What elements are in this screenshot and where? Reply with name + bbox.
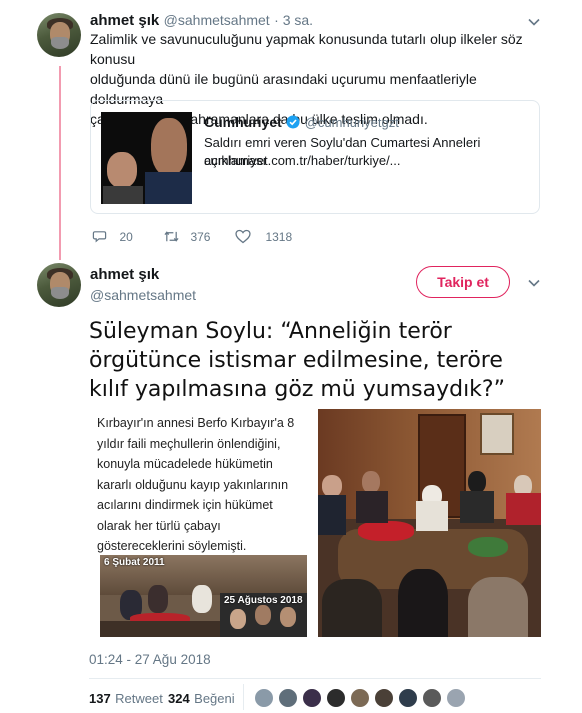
chevron-down-icon[interactable] bbox=[528, 16, 540, 28]
avatar[interactable] bbox=[374, 688, 394, 708]
retweet-button[interactable]: 376 bbox=[163, 228, 210, 246]
photo-date-label: 25 Ağustos 2018 bbox=[224, 595, 303, 606]
reply-icon bbox=[92, 231, 107, 243]
tweet-text-line: Zalimlik ve savunuculuğunu yapmak konusu… bbox=[90, 31, 523, 67]
photo-date-label: 6 Şubat 2011 bbox=[104, 557, 165, 568]
reply-button[interactable]: 20 bbox=[92, 228, 133, 246]
avatar[interactable] bbox=[326, 688, 346, 708]
article-line: Kırbayır'ın annesi Berfo Kırbayır'a 8 bbox=[97, 416, 295, 430]
meeting-photo-small: 6 Şubat 2011 25 Ağustos 2018 bbox=[100, 555, 307, 637]
meeting-photo-large bbox=[318, 409, 541, 637]
avatar[interactable] bbox=[398, 688, 418, 708]
avatar[interactable] bbox=[350, 688, 370, 708]
card-url: cumhuriyet.com.tr/haber/turkiye/... bbox=[204, 153, 401, 168]
avatar[interactable] bbox=[446, 688, 466, 708]
card-source-handle: @cumhuriyetgzt bbox=[304, 115, 399, 130]
like-stat[interactable]: 324 Beğeni bbox=[168, 690, 235, 708]
retweet-stat-count: 137 bbox=[89, 691, 111, 706]
tweet-time[interactable]: · 3 sa. bbox=[274, 12, 313, 28]
card-source-name: Cumhuriyet bbox=[204, 114, 282, 130]
avatar[interactable] bbox=[422, 688, 442, 708]
retweet-icon bbox=[164, 231, 179, 242]
like-button[interactable]: 1318 bbox=[235, 228, 292, 246]
tweet-timestamp[interactable]: 01:24 - 27 Ağu 2018 bbox=[89, 652, 211, 667]
card-image bbox=[101, 112, 192, 204]
avatar[interactable] bbox=[254, 688, 274, 708]
avatar[interactable] bbox=[37, 263, 81, 307]
article-line: yıldır faili meçhullerin önlendiğini, bbox=[97, 436, 281, 451]
article-line: acılarını dindirmek için hükümet bbox=[97, 498, 273, 512]
article-line: konuyla mücadelede hükümetin bbox=[97, 457, 273, 471]
avatar[interactable] bbox=[37, 13, 81, 57]
article-line: göstereceklerini söylemişti. bbox=[97, 539, 247, 553]
article-line: kararlı olduğunu kayıp yakınlarının bbox=[97, 477, 289, 492]
retweet-stat-label: Retweet bbox=[115, 691, 163, 706]
divider bbox=[89, 678, 541, 679]
retweet-stat[interactable]: 137 Retweet bbox=[89, 690, 163, 708]
tweet-header: ahmet şık @sahmetsahmet · 3 sa. bbox=[90, 12, 313, 30]
like-count: 1318 bbox=[265, 230, 293, 244]
reply-count: 20 bbox=[119, 230, 133, 244]
headline-line: Süleyman Soylu: “Anneliğin terör bbox=[89, 319, 452, 344]
heart-icon bbox=[235, 229, 251, 244]
like-stat-count: 324 bbox=[168, 691, 190, 706]
article-text: Kırbayır'ın annesi Berfo Kırbayır'a 8 yı… bbox=[97, 413, 312, 557]
article-line: olarak her türlü çabayı bbox=[97, 518, 221, 533]
author-handle[interactable]: @sahmetsahmet bbox=[164, 12, 270, 28]
chevron-down-icon[interactable] bbox=[528, 277, 540, 289]
divider bbox=[243, 684, 244, 710]
verified-icon bbox=[286, 115, 300, 129]
avatar[interactable] bbox=[278, 688, 298, 708]
headline-line: örgütünce istismar edilmesine, teröre bbox=[89, 348, 503, 373]
headline-line: kılıf yapılmasına göz mü yumsaydık?” bbox=[89, 377, 505, 402]
author-handle[interactable]: @sahmetsahmet bbox=[90, 287, 196, 303]
avatar[interactable] bbox=[302, 688, 322, 708]
follow-button[interactable]: Takip et bbox=[416, 266, 510, 298]
headline: Süleyman Soylu: “Anneliğin terör örgütün… bbox=[89, 317, 529, 404]
link-card[interactable]: Cumhuriyet @cumhuriyetgzt Saldırı emri v… bbox=[90, 100, 540, 214]
author-name[interactable]: ahmet şık bbox=[90, 12, 159, 29]
retweet-count: 376 bbox=[190, 230, 211, 244]
thread-line bbox=[59, 66, 61, 260]
like-stat-label: Beğeni bbox=[194, 691, 235, 706]
author-name[interactable]: ahmet şık bbox=[90, 266, 159, 283]
attached-image[interactable]: Kırbayır'ın annesi Berfo Kırbayır'a 8 yı… bbox=[89, 409, 541, 637]
